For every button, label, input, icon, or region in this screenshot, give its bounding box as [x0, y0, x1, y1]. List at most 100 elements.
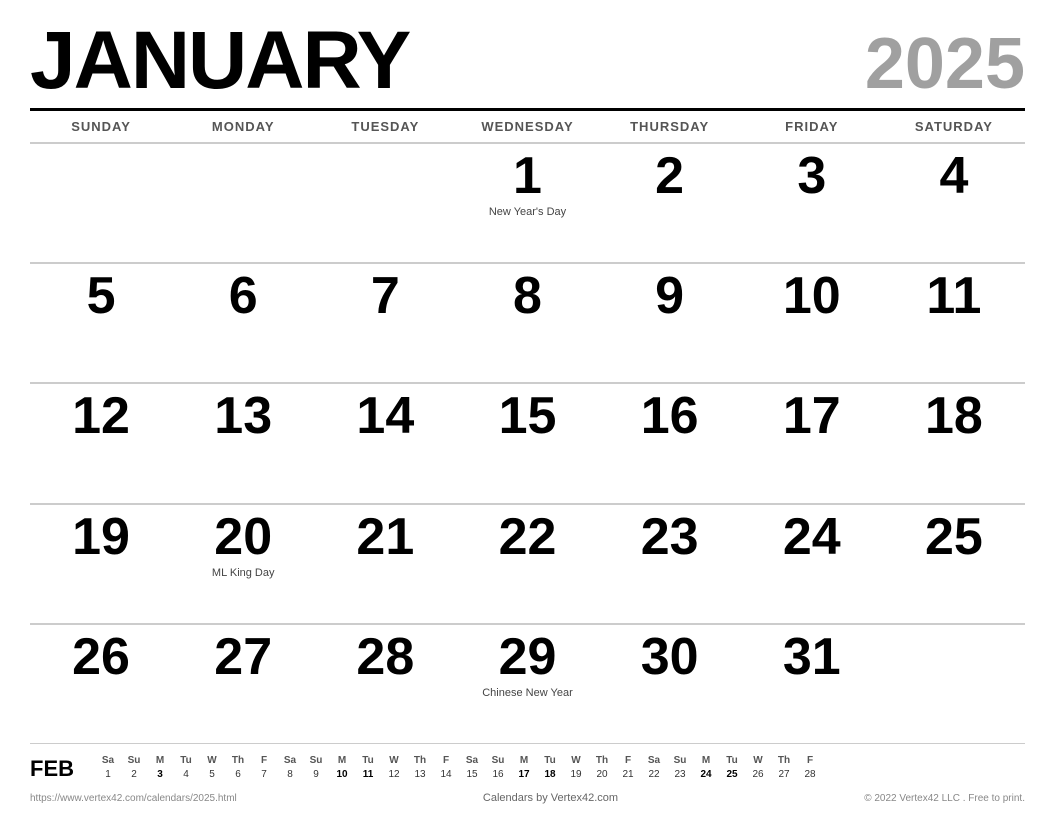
mini-cal-header: Th	[225, 754, 251, 767]
mini-cal-header: Th	[407, 754, 433, 767]
date-number: 19	[72, 511, 130, 563]
mini-cal-day: 4	[173, 768, 199, 781]
date-number: 25	[925, 511, 983, 563]
mini-cal-day: 15	[459, 768, 485, 781]
date-number: 14	[356, 390, 414, 442]
mini-cal-day: 13	[407, 768, 433, 781]
mini-cal-header: W	[199, 754, 225, 767]
date-number: 22	[499, 511, 557, 563]
footer-url: https://www.vertex42.com/calendars/2025.…	[30, 793, 237, 804]
day-header-fri: FRIDAY	[741, 115, 883, 138]
date-number: 16	[641, 390, 699, 442]
date-number: 18	[925, 390, 983, 442]
calendar-cell: 2	[599, 142, 741, 262]
mini-cal-header: W	[381, 754, 407, 767]
mini-cal-header: Sa	[459, 754, 485, 767]
calendar-cell: 11	[883, 262, 1025, 382]
date-number: 30	[641, 631, 699, 683]
mini-cal-day: 9	[303, 768, 329, 781]
date-number: 26	[72, 631, 130, 683]
mini-cal-header: M	[147, 754, 173, 767]
date-number: 21	[356, 511, 414, 563]
calendar-cell: 25	[883, 503, 1025, 623]
mini-cal-day: 1	[95, 768, 121, 781]
date-number: 23	[641, 511, 699, 563]
mini-cal-day: 2	[121, 768, 147, 781]
mini-cal-day: 27	[771, 768, 797, 781]
mini-cal-day: 12	[381, 768, 407, 781]
mini-cal-header: Tu	[355, 754, 381, 767]
date-number: 2	[655, 150, 684, 202]
date-number: 10	[783, 270, 841, 322]
mini-cal-day: 21	[615, 768, 641, 781]
calendar-cell	[30, 142, 172, 262]
date-number: 6	[229, 270, 258, 322]
mini-cal-header: Su	[485, 754, 511, 767]
mini-cal-day: 19	[563, 768, 589, 781]
mini-cal-header: Su	[667, 754, 693, 767]
day-header-mon: MONDAY	[172, 115, 314, 138]
calendar-cell: 4	[883, 142, 1025, 262]
calendar-cell: 20 ML King Day	[172, 503, 314, 623]
calendar-cell: 13	[172, 382, 314, 502]
mini-month-label: FEB	[30, 756, 85, 782]
mini-cal-day: 20	[589, 768, 615, 781]
mini-cal-day: 25	[719, 768, 745, 781]
calendar-cell: 7	[314, 262, 456, 382]
calendar-cell	[172, 142, 314, 262]
mini-cal-day: 7	[251, 768, 277, 781]
calendar-cell: 27	[172, 623, 314, 743]
mini-cal-day: 11	[355, 768, 381, 781]
day-header-sun: SUNDAY	[30, 115, 172, 138]
holiday-label: ML King Day	[182, 567, 304, 579]
date-number: 8	[513, 270, 542, 322]
mini-cal-header: M	[693, 754, 719, 767]
month-title: JANUARY	[30, 20, 409, 102]
mini-cal-day: 28	[797, 768, 823, 781]
date-number: 24	[783, 511, 841, 563]
calendar-container: JANUARY 2025 SUNDAY MONDAY TUESDAY WEDNE…	[0, 0, 1055, 814]
calendar-cell: 12	[30, 382, 172, 502]
date-number: 20	[214, 511, 272, 563]
calendar-cell: 24	[741, 503, 883, 623]
calendar-cell	[314, 142, 456, 262]
mini-cal-header: Sa	[95, 754, 121, 767]
calendar-cell: 30	[599, 623, 741, 743]
calendar-cell: 29Chinese New Year	[456, 623, 598, 743]
mini-calendar: SaSuMTuWThFSaSuMTuWThFSaSuMTuWThFSaSuMTu…	[95, 754, 823, 781]
date-number: 3	[797, 150, 826, 202]
calendar-grid: 1New Year's Day2345678910111213141516171…	[30, 142, 1025, 743]
mini-cal-header: F	[251, 754, 277, 767]
mini-cal-header: Th	[771, 754, 797, 767]
mini-cal-day: 5	[199, 768, 225, 781]
mini-cal-header: M	[511, 754, 537, 767]
calendar-cell: 17	[741, 382, 883, 502]
mini-cal-header: M	[329, 754, 355, 767]
mini-cal-header: W	[745, 754, 771, 767]
mini-cal-header: Sa	[641, 754, 667, 767]
calendar-cell: 9	[599, 262, 741, 382]
date-number: 12	[72, 390, 130, 442]
date-number: 13	[214, 390, 272, 442]
date-number: 31	[783, 631, 841, 683]
mini-cal-header: Tu	[173, 754, 199, 767]
mini-cal-header: Th	[589, 754, 615, 767]
mini-calendar-section: FEB SaSuMTuWThFSaSuMTuWThFSaSuMTuWThFSaS…	[30, 743, 1025, 786]
day-header-thu: THURSDAY	[599, 115, 741, 138]
mini-cal-header: Sa	[277, 754, 303, 767]
calendar-cell	[883, 623, 1025, 743]
date-number: 11	[926, 270, 981, 322]
mini-cal-header: Tu	[719, 754, 745, 767]
date-number: 15	[499, 390, 557, 442]
mini-cal-day: 16	[485, 768, 511, 781]
mini-cal-day: 14	[433, 768, 459, 781]
calendar-cell: 10	[741, 262, 883, 382]
mini-cal-day: 3	[147, 768, 173, 781]
year-title: 2025	[865, 28, 1025, 100]
mini-cal-header: F	[433, 754, 459, 767]
date-number: 9	[655, 270, 684, 322]
mini-cal-day: 22	[641, 768, 667, 781]
date-number: 28	[356, 631, 414, 683]
calendar-cell: 26	[30, 623, 172, 743]
mini-cal-header: W	[563, 754, 589, 767]
